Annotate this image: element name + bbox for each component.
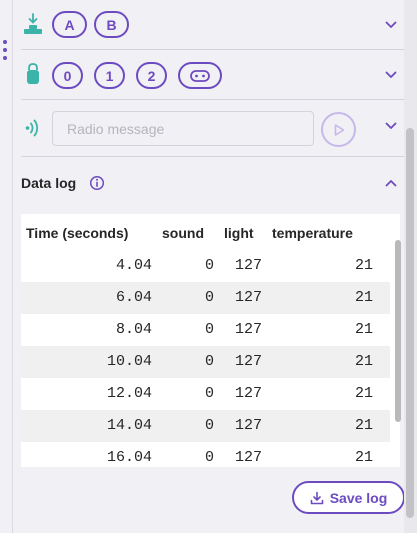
cell-time: 8.04 [115,321,152,338]
column-header-temperature: temperature [272,225,353,241]
data-log-header[interactable]: Data log [21,158,405,208]
cell-sound: 0 [204,289,214,306]
data-log-title: Data log [21,175,77,191]
table-row: 14.04 0 127 21 [21,410,390,442]
cell-time: 4.04 [115,257,152,274]
cell-sound: 0 [204,321,214,338]
cell-sound: 0 [204,449,214,466]
save-log-button[interactable]: Save log [292,481,405,514]
cell-temperature: 21 [354,289,373,306]
pin-2-button[interactable]: 2 [136,62,167,89]
button-b[interactable]: B [94,11,129,38]
table-header: Time (seconds) sound light temperature [21,214,390,250]
play-icon [334,123,344,136]
cell-time: 12.04 [106,385,152,402]
cell-temperature: 21 [354,321,373,338]
button-a[interactable]: A [52,11,87,38]
cell-sound: 0 [204,385,214,402]
download-icon [310,491,324,504]
cell-time: 6.04 [115,289,152,306]
cell-time: 16.04 [106,449,152,466]
cell-light: 127 [234,257,262,274]
info-icon[interactable] [89,175,105,191]
chevron-down-icon[interactable] [383,118,399,134]
cell-temperature: 21 [354,257,373,274]
column-header-sound: sound [162,225,204,241]
cell-light: 127 [234,321,262,338]
cell-time: 10.04 [106,353,152,370]
save-log-label: Save log [329,489,388,506]
pins-row: 0 1 2 [21,51,405,100]
cell-sound: 0 [204,417,214,434]
button-press-icon [23,13,43,35]
chevron-down-icon[interactable] [383,17,399,33]
table-row: 8.04 0 127 21 [21,314,390,346]
column-header-light: light [224,225,254,241]
table-row: 12.04 0 127 21 [21,378,390,410]
data-log-table: Time (seconds) sound light temperature 4… [21,214,390,467]
table-row: 10.04 0 127 21 [21,346,390,378]
panel-resize-handle[interactable] [3,40,7,60]
chevron-down-icon[interactable] [383,67,399,83]
cell-light: 127 [234,417,262,434]
table-row: 16.04 0 127 21 [21,442,390,467]
cell-temperature: 21 [354,353,373,370]
radio-row [21,101,405,157]
cell-time: 14.04 [106,417,152,434]
simulator-controls-panel: A B 0 1 2 Radio message Data log Time (s… [13,0,405,533]
table-row: 4.04 0 127 21 [21,250,390,282]
logo-touch-button[interactable] [178,62,222,89]
cell-temperature: 21 [354,417,373,434]
microbit-logo-icon [190,69,210,82]
cell-temperature: 21 [354,385,373,402]
chevron-up-icon[interactable] [383,175,399,191]
table-row: 6.04 0 127 21 [21,282,390,314]
pin-0-button[interactable]: 0 [52,62,83,89]
cell-light: 127 [234,449,262,466]
buttons-row: A B [21,0,405,50]
send-radio-button[interactable] [321,112,356,147]
cell-light: 127 [234,385,262,402]
radio-wave-icon [23,117,43,139]
cell-sound: 0 [204,257,214,274]
cell-light: 127 [234,289,262,306]
table-scrollbar-thumb[interactable] [395,240,401,422]
radio-message-input[interactable] [52,111,314,146]
cell-light: 127 [234,353,262,370]
cell-sound: 0 [204,353,214,370]
page-scrollbar-thumb[interactable] [406,128,414,518]
pin-1-button[interactable]: 1 [94,62,125,89]
pin-icon [23,63,43,85]
column-header-time: Time (seconds) [26,225,129,241]
cell-temperature: 21 [354,449,373,466]
